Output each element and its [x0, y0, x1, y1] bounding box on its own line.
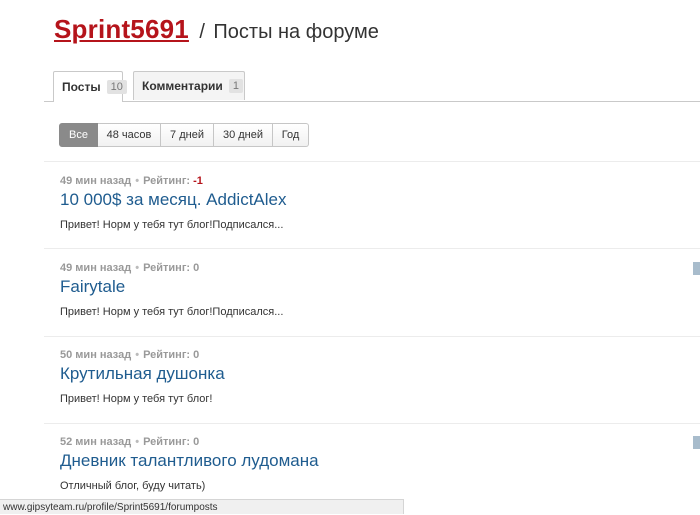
post-time: 49 мин назад — [60, 175, 132, 187]
divider — [44, 336, 700, 337]
list-item: 52 мин назад • Рейтинг: 0 Дневник талантли… — [60, 436, 680, 492]
rating-label: Рейтинг: — [143, 262, 191, 274]
divider — [44, 161, 700, 162]
tab-comments-label: Комментарии — [142, 79, 223, 93]
post-excerpt: Отличный блог, буду читать) — [60, 480, 206, 492]
post-excerpt: Привет! Норм у тебя тут блог!Подписался.… — [60, 306, 284, 318]
post-time: 50 мин назад — [60, 349, 132, 361]
dot-separator: • — [135, 436, 140, 448]
dot-separator: • — [135, 175, 140, 187]
tab-comments[interactable]: Комментарии 1 — [133, 71, 245, 100]
rating-label: Рейтинг: — [143, 349, 191, 361]
dot-separator: • — [135, 349, 140, 361]
post-title-link[interactable]: 10 000$ за месяц. AddictAlex — [60, 190, 680, 210]
filter-7-days-button[interactable]: 7 дней — [161, 123, 214, 147]
post-title-link[interactable]: Fairytale — [60, 277, 680, 297]
list-item: 50 мин назад • Рейтинг: 0 Крутильная душон… — [60, 349, 680, 405]
browser-status-bar: www.gipsyteam.ru/profile/Sprint5691/foru… — [0, 499, 404, 514]
tab-posts-count: 10 — [106, 80, 127, 94]
period-filter-group: Все 48 часов 7 дней 30 дней Год — [59, 123, 309, 147]
title-separator: / — [199, 21, 205, 43]
post-time: 52 мин назад — [60, 436, 132, 448]
tab-posts[interactable]: Посты 10 — [53, 71, 127, 102]
status-url: www.gipsyteam.ru/profile/Sprint5691/foru… — [3, 502, 218, 513]
post-meta: 49 мин назад • Рейтинг: 0 — [60, 262, 680, 274]
tab-bar: Посты 10 Комментарии 1 — [44, 71, 700, 102]
filter-30-days-button[interactable]: 30 дней — [214, 123, 273, 147]
side-marker — [693, 436, 700, 449]
post-meta: 50 мин назад • Рейтинг: 0 — [60, 349, 680, 361]
list-item: 49 мин назад • Рейтинг: 0 Fairytale Привет… — [60, 262, 680, 318]
filter-48-hours-button[interactable]: 48 часов — [98, 123, 161, 147]
divider — [44, 423, 700, 424]
post-excerpt: Привет! Норм у тебя тут блог! — [60, 393, 213, 405]
post-rating: 0 — [193, 349, 200, 361]
filter-all-button[interactable]: Все — [59, 123, 98, 147]
divider — [44, 248, 700, 249]
tab-posts-label: Посты — [62, 80, 101, 94]
username-link[interactable]: Sprint5691 — [54, 14, 189, 44]
rating-label: Рейтинг: — [143, 175, 191, 187]
list-item: 49 мин назад • Рейтинг: -1 10 000$ за меся… — [60, 175, 680, 231]
rating-label: Рейтинг: — [143, 436, 191, 448]
post-title-link[interactable]: Крутильная душонка — [60, 364, 680, 384]
tab-comments-count: 1 — [228, 79, 243, 93]
post-rating: 0 — [193, 262, 200, 274]
page-header: Sprint5691 / Посты на форуме — [54, 14, 379, 45]
post-meta: 52 мин назад • Рейтинг: 0 — [60, 436, 680, 448]
post-time: 49 мин назад — [60, 262, 132, 274]
post-excerpt: Привет! Норм у тебя тут блог!Подписался.… — [60, 219, 284, 231]
page-title: Посты на форуме — [213, 21, 379, 43]
post-title-link[interactable]: Дневник талантливого лудомана — [60, 451, 680, 471]
dot-separator: • — [135, 262, 140, 274]
filter-year-button[interactable]: Год — [273, 123, 309, 147]
post-rating: 0 — [193, 436, 200, 448]
post-meta: 49 мин назад • Рейтинг: -1 — [60, 175, 680, 187]
side-marker — [693, 262, 700, 275]
post-rating: -1 — [193, 175, 203, 187]
